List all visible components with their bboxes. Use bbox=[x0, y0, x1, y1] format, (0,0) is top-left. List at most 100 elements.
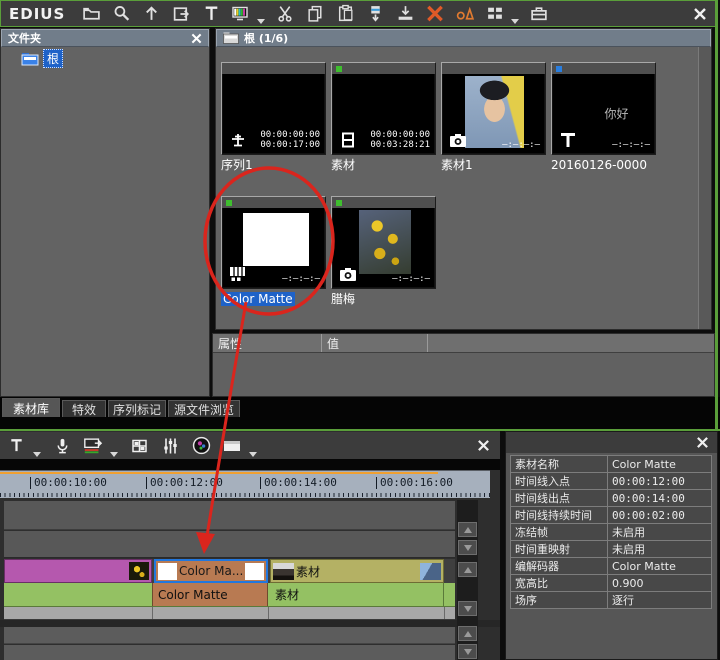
ruler-timecode: 00:00:10:00 bbox=[30, 477, 107, 489]
scroll-up-button[interactable] bbox=[458, 562, 477, 577]
close-icon[interactable] bbox=[693, 434, 711, 452]
close-icon[interactable] bbox=[474, 437, 492, 455]
chevron-down-icon[interactable] bbox=[257, 19, 265, 24]
camera-icon bbox=[448, 131, 468, 149]
clip-name[interactable]: 序列1 bbox=[221, 158, 331, 173]
window-border bbox=[715, 0, 718, 430]
title-icon[interactable] bbox=[6, 436, 26, 456]
tab-source-browser[interactable]: 源文件浏览 bbox=[168, 400, 240, 417]
bin-panel-header[interactable]: 根 (1/6) bbox=[216, 29, 711, 47]
chevron-down-icon[interactable] bbox=[110, 452, 118, 457]
chevron-down-icon[interactable] bbox=[511, 19, 519, 24]
bin-window-icon[interactable] bbox=[222, 436, 242, 456]
bin-clip-sucai[interactable]: 00:00:00:0000:03:28:21 bbox=[331, 62, 436, 155]
folder-icon[interactable] bbox=[81, 4, 101, 24]
tree-item-label[interactable]: 根 bbox=[43, 49, 63, 68]
layout-grid-icon[interactable] bbox=[485, 4, 505, 24]
clip-timecode: –:–:–:– bbox=[502, 140, 540, 150]
chevron-down-icon[interactable] bbox=[33, 452, 41, 457]
properties-header[interactable] bbox=[506, 432, 717, 453]
timeline-clip-color-matte-selected[interactable]: Color Ma... bbox=[154, 559, 268, 583]
import-icon[interactable] bbox=[171, 4, 191, 24]
bin-tree-root-item[interactable]: 根 bbox=[21, 49, 63, 68]
attr-col-header[interactable]: 属性 bbox=[213, 334, 322, 352]
up-folder-icon[interactable] bbox=[141, 4, 161, 24]
paste-icon[interactable] bbox=[335, 4, 355, 24]
mixer-icon[interactable] bbox=[160, 436, 180, 456]
scroll-up-button[interactable] bbox=[458, 626, 477, 641]
clip-name[interactable]: 腊梅 bbox=[331, 292, 441, 307]
insert-clip-icon[interactable] bbox=[365, 4, 385, 24]
bin-clip-color-matte[interactable]: –:–:–:– bbox=[221, 196, 326, 289]
clip-name[interactable]: 素材 bbox=[331, 158, 441, 173]
export-monitor-icon[interactable] bbox=[83, 436, 103, 456]
title-icon[interactable] bbox=[201, 4, 221, 24]
scroll-down-button[interactable] bbox=[458, 601, 477, 616]
empty-track[interactable] bbox=[4, 627, 455, 644]
cut-icon[interactable] bbox=[275, 4, 295, 24]
ruler-timecode: 00:00:16:00 bbox=[376, 477, 453, 489]
video-clip-icon bbox=[338, 131, 358, 149]
mic-icon[interactable] bbox=[52, 436, 72, 456]
scroll-down-button[interactable] bbox=[458, 540, 477, 555]
transition-icon[interactable] bbox=[455, 4, 475, 24]
clip-thumbnail: –:–:–:– bbox=[443, 74, 544, 153]
folder-panel-header[interactable]: 文件夹 bbox=[1, 29, 209, 47]
clip-info-track[interactable]: Color Matte 素材 bbox=[4, 583, 455, 607]
table-row: 场序逐行 bbox=[511, 592, 712, 609]
toolbox-icon[interactable] bbox=[529, 4, 549, 24]
timeline-clip-sucai[interactable]: 素材 bbox=[270, 559, 444, 583]
clip-card-strip bbox=[332, 197, 435, 208]
copy-icon[interactable] bbox=[305, 4, 325, 24]
clip-card-strip bbox=[332, 63, 435, 74]
clip-head-thumb bbox=[158, 563, 177, 580]
clip-timecode-in: 00:00:00:00 bbox=[370, 130, 430, 140]
bin-clip-sucai1[interactable]: –:–:–:– bbox=[441, 62, 546, 155]
clip-label: 素材 bbox=[296, 563, 418, 580]
tab-bin[interactable]: 素材库 bbox=[2, 398, 60, 417]
bin-clip-title[interactable]: 你好 –:–:–:– bbox=[551, 62, 656, 155]
tab-sequence-marks[interactable]: 序列标记 bbox=[108, 400, 166, 417]
clip-thumbnail: 00:00:00:0000:00:17:00 bbox=[223, 74, 324, 153]
close-icon[interactable] bbox=[691, 5, 709, 23]
video-track[interactable]: Color Ma... 素材 bbox=[4, 559, 455, 583]
table-row: 时间线出点00:00:14:00 bbox=[511, 490, 712, 507]
timeline-gap bbox=[0, 459, 500, 470]
empty-track[interactable] bbox=[4, 531, 455, 558]
search-icon[interactable] bbox=[111, 4, 131, 24]
audio-sub-track[interactable] bbox=[4, 607, 455, 620]
track-scroll-column bbox=[457, 500, 478, 660]
bin-scrollbar[interactable] bbox=[698, 47, 711, 329]
timeline-clip-purple[interactable] bbox=[4, 559, 152, 583]
vectorscope-icon[interactable] bbox=[191, 436, 211, 456]
value-col-header[interactable]: 值 bbox=[322, 334, 428, 352]
timeline-ruler[interactable]: 00:00:10:00 00:00:12:00 00:00:14:00 00:0… bbox=[0, 470, 490, 498]
info-segment-color-matte[interactable]: Color Matte bbox=[152, 583, 268, 606]
empty-track[interactable] bbox=[4, 645, 455, 660]
close-icon[interactable] bbox=[191, 33, 202, 44]
clip-name[interactable]: 素材1 bbox=[441, 158, 551, 173]
scroll-down-button[interactable] bbox=[458, 644, 477, 659]
delete-x-icon[interactable] bbox=[425, 4, 445, 24]
clip-card-strip bbox=[442, 63, 545, 74]
clip-properties-panel: 素材名称Color Matte 时间线入点00:00:12:00 时间线出点00… bbox=[505, 431, 718, 660]
info-segment-sucai[interactable]: 素材 bbox=[270, 583, 444, 606]
clip-timecode-in: 00:00:00:00 bbox=[260, 130, 320, 140]
monitor-colorbars-icon[interactable] bbox=[231, 4, 251, 24]
bin-clip-lamei[interactable]: –:–:–:– bbox=[331, 196, 436, 289]
empty-track[interactable] bbox=[4, 501, 455, 530]
clip-timecode: –:–:–:– bbox=[392, 274, 430, 284]
clip-name[interactable]: 20160126-0000 bbox=[551, 158, 661, 173]
sequence-icon bbox=[228, 131, 248, 149]
tab-effects[interactable]: 特效 bbox=[62, 400, 106, 417]
grid-icon[interactable] bbox=[129, 436, 149, 456]
table-row: 宽高比0.900 bbox=[511, 575, 712, 592]
clip-name-selected[interactable]: Color Matte bbox=[221, 292, 331, 307]
folder-icon bbox=[21, 51, 39, 66]
bin-clip-sequence1[interactable]: 00:00:00:0000:00:17:00 bbox=[221, 62, 326, 155]
scroll-up-button[interactable] bbox=[458, 522, 477, 537]
chevron-down-icon[interactable] bbox=[249, 452, 257, 457]
table-row: 时间重映射未启用 bbox=[511, 541, 712, 558]
title-icon bbox=[558, 131, 578, 149]
overwrite-clip-icon[interactable] bbox=[395, 4, 415, 24]
